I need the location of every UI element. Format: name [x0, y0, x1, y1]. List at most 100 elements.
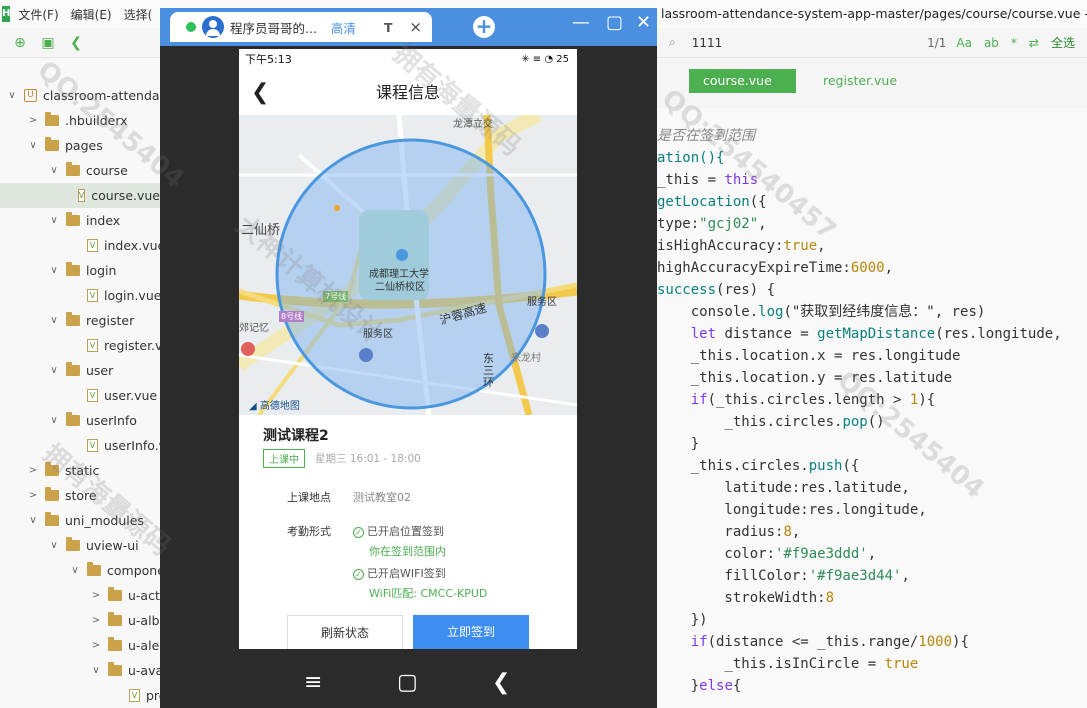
avatar-icon	[202, 16, 224, 38]
find-input[interactable]: 1111	[692, 36, 723, 50]
expand-arrow-icon[interactable]: >	[27, 483, 39, 508]
tree-item[interactable]: ∨ uni_modules	[0, 508, 144, 533]
menu-edit[interactable]: 编辑(E)	[71, 6, 112, 23]
tree-item[interactable]: > static	[0, 458, 99, 483]
sign-in-button[interactable]: 立即签到	[413, 615, 529, 649]
new-file-icon[interactable]: ⊕	[12, 35, 28, 51]
code-token: ,	[884, 260, 894, 276]
regex-icon[interactable]: *	[1011, 36, 1017, 50]
tree-item[interactable]: ∨ index	[0, 208, 120, 233]
expand-arrow-icon[interactable]: ∨	[48, 358, 60, 383]
menu-file[interactable]: 文件(F)	[18, 6, 58, 23]
map-label-top: 龙潭立交	[453, 119, 493, 130]
add-tab-button[interactable]: +	[473, 16, 495, 38]
mirror-tab[interactable]: 程序员哥哥的... 高清 T ×	[170, 12, 432, 42]
back-nav-icon[interactable]: ❮	[492, 670, 510, 695]
expand-arrow-icon[interactable]: >	[27, 108, 39, 133]
expand-arrow-icon[interactable]: ∨	[48, 208, 60, 233]
tree-item[interactable]: Vuser.vue	[0, 383, 157, 408]
expand-arrow-icon[interactable]: >	[27, 458, 39, 483]
select-all-button[interactable]: 全选	[1051, 34, 1075, 51]
tree-item[interactable]: Vregister.vu	[0, 333, 160, 358]
tree-item-label: userInfo	[86, 413, 137, 428]
tree-item[interactable]: VuserInfo.vu	[0, 433, 160, 458]
code-line: _this.circles.pop()	[657, 411, 884, 433]
expand-arrow-icon[interactable]: ∨	[27, 508, 39, 533]
close-tab-icon[interactable]: ×	[409, 18, 422, 36]
tree-item[interactable]: > u-albur	[0, 608, 160, 633]
tree-item[interactable]: Vindex.vue	[0, 233, 160, 258]
back-arrow-icon[interactable]: ❮	[68, 35, 84, 51]
minimize-icon[interactable]: —	[572, 12, 590, 33]
code-token: highAccuracyExpireTime:	[657, 260, 851, 276]
expand-arrow-icon[interactable]: ∨	[48, 533, 60, 558]
project-icon: U	[24, 89, 37, 102]
tree-item[interactable]: Vpro	[0, 683, 160, 708]
tree-item-label: pages	[65, 138, 103, 153]
quality-label[interactable]: 高清	[331, 18, 356, 37]
folder-icon	[87, 562, 101, 576]
folder-icon	[108, 612, 122, 626]
code-token: strokeWidth:	[657, 590, 826, 606]
home-icon[interactable]: ▢	[397, 670, 418, 695]
tree-item[interactable]: ∨ course	[0, 158, 128, 183]
expand-arrow-icon[interactable]: ∨	[48, 308, 60, 333]
code-editor[interactable]: 是否在签到范围 ation(){_this = this getLocation({…	[657, 108, 1087, 708]
tree-item[interactable]: ∨ userInfo	[0, 408, 137, 433]
tree-item[interactable]: ∨ register	[0, 308, 134, 333]
expand-arrow-icon[interactable]: >	[90, 608, 102, 633]
expand-arrow-icon[interactable]: ∨	[90, 658, 102, 683]
tree-item[interactable]: ∨ pages	[0, 133, 103, 158]
tree-item[interactable]: > u-actio	[0, 583, 160, 608]
expand-arrow-icon[interactable]: >	[90, 633, 102, 658]
course-time: 星期三 16:01 - 18:00	[315, 453, 421, 465]
tree-item[interactable]: > store	[0, 483, 97, 508]
tree-item[interactable]: ∨ login	[0, 258, 116, 283]
code-token: latitude:res.latitude,	[657, 480, 910, 496]
maximize-icon[interactable]: ▢	[606, 12, 623, 33]
expand-arrow-icon[interactable]: ∨	[48, 258, 60, 283]
tree-item[interactable]: ∨ user	[0, 358, 113, 383]
expand-arrow-icon[interactable]: ∨	[69, 558, 81, 583]
map-view[interactable]: 龙潭立交 二仙桥 成都理工大学 二仙桥校区 服务区 服务区 沪蓉高速 东三环 来…	[239, 115, 577, 415]
expand-arrow-icon[interactable]: >	[90, 583, 102, 608]
expand-arrow-icon[interactable]: ∨	[48, 158, 60, 183]
map-label-poi-left: 郊记忆	[239, 323, 269, 334]
code-token: 8	[825, 590, 835, 606]
whole-word-icon[interactable]: ab	[984, 36, 999, 50]
tree-item[interactable]: > .hbuilderx	[0, 108, 128, 133]
menu-select[interactable]: 选择(	[124, 6, 153, 23]
editor-tabs: course.vue register.vue	[657, 58, 1087, 108]
find-count: 1/1	[927, 35, 947, 50]
folder-icon	[66, 537, 80, 551]
expand-arrow-icon[interactable]: ∨	[48, 408, 60, 433]
tree-item[interactable]: ∨ componen	[0, 558, 160, 583]
expand-arrow-icon[interactable]: ∨	[6, 83, 18, 108]
code-line: 是否在签到范围	[657, 125, 755, 147]
tree-item[interactable]: ∨ u-avata	[0, 658, 160, 683]
save-icon[interactable]: ▣	[40, 35, 56, 51]
menu-icon[interactable]: ≡	[304, 670, 322, 695]
match-case-icon[interactable]: Aa	[956, 36, 972, 50]
window-close-icon[interactable]: ✕	[636, 12, 651, 33]
course-title: 测试课程2	[263, 428, 329, 444]
tree-item[interactable]: ∨ uview-ui	[0, 533, 139, 558]
tree-item[interactable]: Vcourse.vue	[0, 183, 160, 208]
tree-item[interactable]: ∨ Uclassroom-attendance	[0, 83, 160, 108]
tree-item-label: login.vue	[104, 288, 160, 303]
back-icon[interactable]: ❮	[251, 71, 269, 115]
replace-icon[interactable]: ⇄	[1029, 36, 1039, 50]
tree-item[interactable]: > u-alert	[0, 633, 160, 658]
expand-arrow-icon[interactable]: ∨	[27, 133, 39, 158]
project-tree: ∨Uclassroom-attendance>.hbuilderx∨pages∨…	[0, 58, 160, 708]
tab-course-vue[interactable]: course.vue	[689, 69, 796, 93]
tree-item[interactable]: Vlogin.vue	[0, 283, 160, 308]
code-token: (distance <= _this.range/	[707, 634, 919, 650]
map-label-road2: 8号线	[279, 311, 305, 322]
tree-item-label: register	[86, 313, 135, 328]
page-title: 课程信息	[375, 83, 440, 102]
tab-register-vue[interactable]: register.vue	[809, 69, 911, 93]
refresh-button[interactable]: 刷新状态	[287, 615, 403, 649]
